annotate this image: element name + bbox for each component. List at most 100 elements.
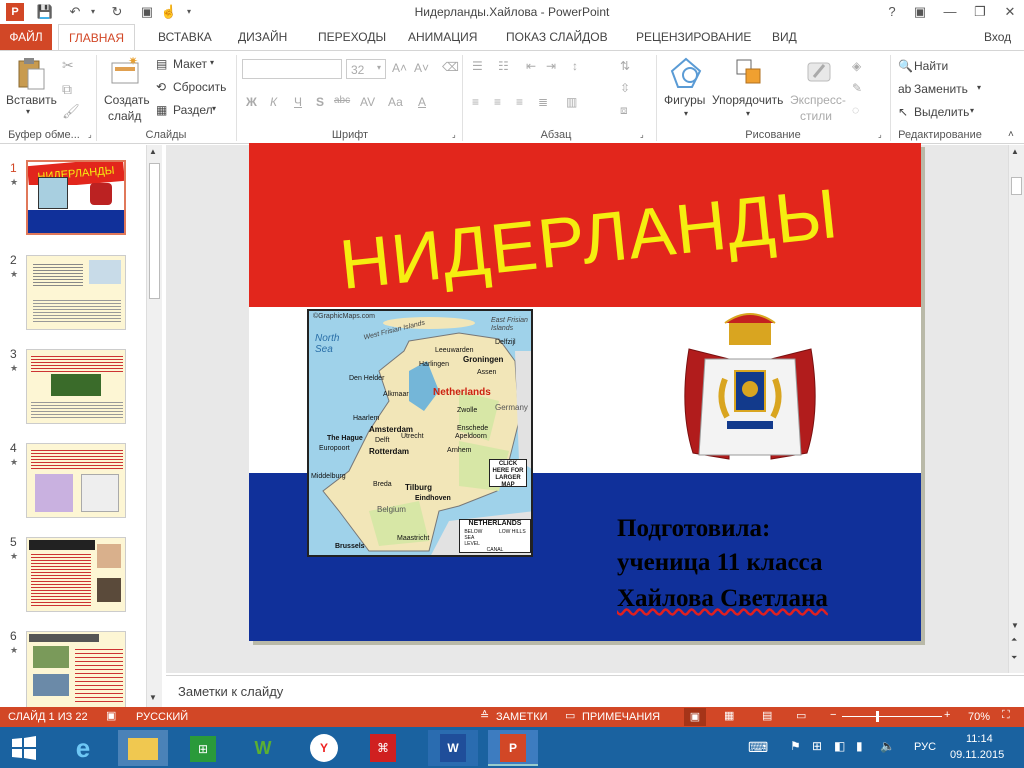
tab-home[interactable]: ГЛАВНАЯ <box>58 24 136 51</box>
keyboard-icon[interactable]: ⌨ <box>748 739 768 756</box>
tab-slideshow[interactable]: ПОКАЗ СЛАЙДОВ <box>496 24 618 50</box>
select-dropdown-icon[interactable]: ▾ <box>970 106 974 115</box>
find-button[interactable]: Найти <box>914 59 948 73</box>
yandex-browser-icon[interactable]: Y <box>298 730 348 766</box>
scroll-thumb[interactable] <box>1011 177 1022 195</box>
notes-pane[interactable]: Заметки к слайду <box>166 675 1024 707</box>
text-direction-icon[interactable]: ⇅ <box>620 59 630 73</box>
shapes-dropdown-icon[interactable]: ▾ <box>684 109 688 118</box>
dialog-launcher-icon[interactable]: ⌟ <box>878 130 882 139</box>
notes-toggle-button[interactable]: ЗАМЕТКИ <box>496 711 548 723</box>
section-button[interactable]: Раздел <box>173 103 213 117</box>
change-case-button[interactable]: Аа <box>388 95 403 109</box>
netherlands-map[interactable]: ©GraphicMaps.com North Sea West Frisian … <box>307 309 533 557</box>
reset-button[interactable]: Сбросить <box>173 80 226 94</box>
bullets-icon[interactable]: ☰ <box>472 59 483 73</box>
tray-app-icon[interactable]: ◧ <box>834 739 845 753</box>
replace-icon[interactable]: ab <box>898 82 911 96</box>
internet-explorer-icon[interactable]: e <box>58 730 108 766</box>
copy-icon[interactable]: ⧉ <box>62 81 72 98</box>
scroll-down-icon[interactable]: ▼ <box>1011 621 1019 630</box>
tab-transitions[interactable]: ПЕРЕХОДЫ <box>308 24 396 50</box>
select-icon[interactable]: ↖ <box>898 105 908 119</box>
map-click-box[interactable]: CLICK HERE FOR LARGER MAP <box>489 459 527 488</box>
arrange-icon[interactable] <box>734 57 764 87</box>
reset-icon[interactable]: ⟲ <box>156 80 166 94</box>
layout-dropdown-icon[interactable]: ▾ <box>210 58 214 67</box>
find-icon[interactable]: 🔍 <box>898 59 913 73</box>
zoom-slider[interactable] <box>842 716 942 717</box>
tab-review[interactable]: РЕЦЕНЗИРОВАНИЕ <box>626 24 761 50</box>
ribbon-display-icon[interactable]: ▣ <box>906 2 934 22</box>
numbering-icon[interactable]: ☷ <box>498 59 509 73</box>
align-center-icon[interactable]: ≡ <box>494 95 501 109</box>
scroll-up-icon[interactable]: ▲ <box>149 147 157 156</box>
quick-styles-icon[interactable] <box>804 57 834 87</box>
restore-icon[interactable]: ❐ <box>966 2 994 22</box>
zoom-in-icon[interactable]: + <box>944 709 950 721</box>
tab-animation[interactable]: АНИМАЦИЯ <box>398 24 487 50</box>
increase-indent-icon[interactable]: ⇥ <box>546 59 556 73</box>
bold-button[interactable]: Ж <box>246 95 257 109</box>
replace-dropdown-icon[interactable]: ▾ <box>977 83 981 92</box>
language-status[interactable]: РУССКИЙ <box>136 711 188 723</box>
clear-formatting-icon[interactable]: ⌫ <box>442 60 459 74</box>
underline-button[interactable]: Ч <box>294 95 302 109</box>
paste-button[interactable]: Вставить <box>6 93 57 107</box>
thumbnails-scrollbar[interactable]: ▲ ▼ <box>146 145 162 708</box>
strikethrough-button[interactable]: abc <box>334 95 350 106</box>
thumbnail-slide-6[interactable] <box>26 631 126 708</box>
file-explorer-icon[interactable] <box>118 730 168 766</box>
fit-slide-icon[interactable]: ⛶ <box>1002 709 1010 722</box>
font-color-icon[interactable]: A <box>418 95 426 109</box>
close-icon[interactable]: ✕ <box>996 2 1024 22</box>
paste-dropdown-icon[interactable]: ▾ <box>26 107 30 116</box>
arrange-dropdown-icon[interactable]: ▾ <box>746 109 750 118</box>
coat-of-arms-image[interactable] <box>669 309 831 465</box>
scroll-thumb[interactable] <box>149 163 160 299</box>
align-left-icon[interactable]: ≡ <box>472 95 479 109</box>
font-name-input[interactable] <box>242 59 342 79</box>
zoom-out-icon[interactable]: − <box>830 709 836 721</box>
spellcheck-icon[interactable]: ▣ <box>106 709 116 722</box>
network-icon[interactable]: ▮ <box>856 739 863 753</box>
thumbnail-slide-3[interactable] <box>26 349 126 424</box>
sign-in-link[interactable]: Вход <box>974 24 1021 50</box>
dialog-launcher-icon[interactable]: ⌟ <box>88 130 92 139</box>
thumbnail-slide-5[interactable] <box>26 537 126 612</box>
section-dropdown-icon[interactable]: ▾ <box>212 104 216 113</box>
scroll-up-icon[interactable]: ▲ <box>1011 147 1019 156</box>
layout-button[interactable]: Макет <box>173 57 207 71</box>
shapes-button[interactable]: Фигуры <box>664 93 705 107</box>
thumbnail-slide-4[interactable] <box>26 443 126 518</box>
slideshow-icon[interactable]: ▭ <box>796 709 806 722</box>
increase-font-icon[interactable]: A˄ <box>392 61 407 75</box>
format-painter-icon[interactable]: 🖌 <box>62 103 80 120</box>
shapes-icon[interactable] <box>670 57 702 89</box>
dialog-launcher-icon[interactable]: ⌟ <box>640 130 644 139</box>
help-button[interactable]: ? <box>878 2 906 22</box>
editor-scrollbar[interactable]: ▲ ▼ ⏶ ⏷ <box>1008 145 1024 673</box>
select-button[interactable]: Выделить <box>914 105 969 119</box>
quick-styles-button[interactable]: Экспресс- <box>790 93 846 107</box>
shape-fill-icon[interactable]: ◈ <box>852 59 861 73</box>
align-text-icon[interactable]: ⇳ <box>620 81 630 95</box>
volume-icon[interactable]: 🔈 <box>880 739 895 753</box>
zoom-level[interactable]: 70% <box>968 711 990 723</box>
columns-icon[interactable]: ▥ <box>566 95 577 109</box>
shadow-button[interactable]: S <box>316 95 324 109</box>
layout-icon[interactable]: ▤ <box>156 57 167 71</box>
author-line-3[interactable]: Хайлова Светлана <box>617 585 828 613</box>
comments-icon[interactable]: ▭ <box>565 709 575 722</box>
shape-outline-icon[interactable]: ✎ <box>852 81 862 95</box>
new-slide-button[interactable]: Создать <box>104 93 150 107</box>
justify-icon[interactable]: ≣ <box>538 95 548 109</box>
arrange-button[interactable]: Упорядочить <box>712 93 783 107</box>
decrease-font-icon[interactable]: A˅ <box>414 61 429 75</box>
line-spacing-icon[interactable]: ↕ <box>572 59 578 73</box>
section-icon[interactable]: ▦ <box>156 103 167 117</box>
tab-file[interactable]: ФАЙЛ <box>0 24 52 50</box>
wps-writer-icon[interactable]: W <box>238 730 288 766</box>
normal-view-icon[interactable]: ▣ <box>684 708 706 726</box>
action-center-icon[interactable]: ⚑ <box>790 739 801 753</box>
